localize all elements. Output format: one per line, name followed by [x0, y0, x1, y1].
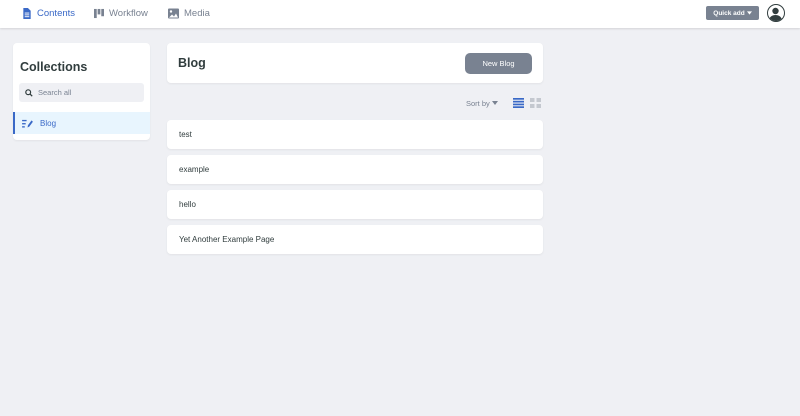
- list-view-icon[interactable]: [513, 98, 524, 108]
- entry-title: example: [179, 165, 210, 174]
- caret-down-icon: [746, 11, 752, 15]
- list-item[interactable]: Yet Another Example Page: [167, 225, 543, 254]
- kanban-icon: [94, 8, 104, 18]
- nav-workflow-label: Workflow: [109, 7, 148, 19]
- quick-add-button[interactable]: Quick add: [706, 6, 759, 20]
- page-title: Blog: [178, 56, 206, 70]
- entry-title: Yet Another Example Page: [179, 235, 275, 244]
- top-navigation-bar: Contents Workflow Media Quick add: [0, 0, 800, 28]
- edit-list-icon: [22, 119, 33, 128]
- nav-media-label: Media: [184, 7, 210, 19]
- sidebar-item-label: Blog: [40, 118, 57, 128]
- grid-view-icon[interactable]: [530, 98, 541, 108]
- document-icon: [23, 7, 31, 19]
- list-item[interactable]: hello: [167, 190, 543, 219]
- sort-label: Sort by: [466, 98, 490, 108]
- search-box: [19, 83, 144, 102]
- user-avatar-icon: [769, 7, 782, 21]
- list-item[interactable]: test: [167, 120, 543, 149]
- list-item[interactable]: example: [167, 155, 543, 184]
- avatar[interactable]: [767, 4, 785, 22]
- nav-contents[interactable]: Contents: [22, 0, 75, 26]
- search-input[interactable]: [38, 88, 138, 97]
- new-entry-button[interactable]: New Blog: [465, 53, 532, 74]
- search-icon: [25, 88, 33, 97]
- entry-title: test: [179, 130, 192, 139]
- nav-workflow[interactable]: Workflow: [94, 0, 148, 26]
- image-icon: [168, 8, 179, 18]
- collection-header: Blog New Blog: [167, 43, 543, 83]
- sort-dropdown[interactable]: Sort by: [466, 98, 498, 108]
- nav-media[interactable]: Media: [168, 0, 210, 26]
- nav-contents-label: Contents: [37, 7, 76, 19]
- collections-sidebar: Collections Blog: [13, 43, 150, 140]
- caret-down-icon: [491, 101, 498, 105]
- sidebar-title: Collections: [20, 60, 88, 74]
- sidebar-item-blog[interactable]: Blog: [13, 112, 150, 134]
- entry-title: hello: [179, 200, 196, 209]
- quick-add-label: Quick add: [713, 9, 745, 17]
